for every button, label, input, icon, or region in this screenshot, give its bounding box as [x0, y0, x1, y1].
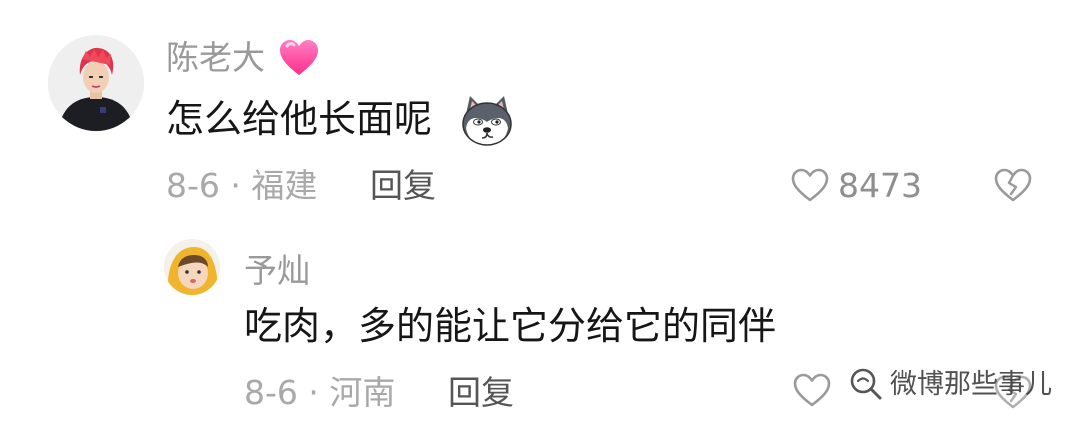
- comment-date-location: 8-6 · 福建: [166, 166, 318, 205]
- watermark: 微博那些事儿: [846, 360, 1056, 410]
- avatar[interactable]: [164, 239, 220, 295]
- comment-text: 吃肉，多的能让它分给它的同伴: [244, 304, 777, 348]
- dislike-broken-heart-icon[interactable]: [993, 166, 1033, 206]
- reply-button[interactable]: 回复: [448, 373, 514, 413]
- reply-button[interactable]: 回复: [370, 166, 436, 206]
- wechat-search-icon: [850, 368, 882, 400]
- comment-item: 陈老大 怎么给他长面呢 8-6 · 福建 回复 8473: [0, 0, 1080, 225]
- heart-outline-icon[interactable]: [792, 371, 832, 411]
- comment-text: 怎么给他长面呢: [166, 97, 433, 141]
- comment-username[interactable]: 予灿: [244, 251, 310, 291]
- pink-heart-icon: [276, 35, 322, 81]
- like-button[interactable]: 8473: [790, 164, 926, 208]
- comment-username[interactable]: 陈老大: [166, 38, 265, 78]
- comment-date-location: 8-6 · 河南: [244, 373, 396, 412]
- avatar[interactable]: [48, 35, 144, 131]
- like-count: 8473: [838, 166, 922, 205]
- watermark-text: 微博那些事儿: [890, 369, 1052, 400]
- heart-outline-icon: [791, 168, 829, 202]
- husky-dog-emoji-icon: [458, 92, 516, 150]
